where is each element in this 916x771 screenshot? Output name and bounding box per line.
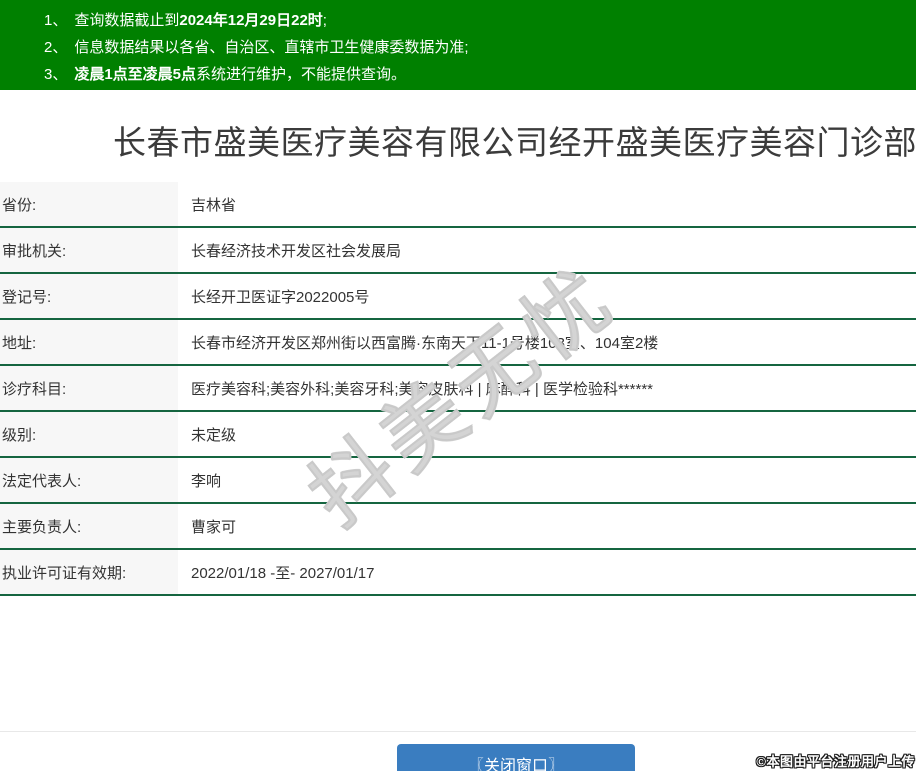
notice-number: 1、 [44, 12, 68, 29]
notice-line-3: 3、 凌晨1点至凌晨5点系统进行维护，不能提供查询。 [0, 61, 916, 88]
institution-info-table: 省份: 吉林省 审批机关: 长春经济技术开发区社会发展局 登记号: 长经开卫医证… [0, 182, 916, 596]
notice-banner: 1、 查询数据截止到2024年12月29日22时; 2、 信息数据结果以各省、自治区… [0, 0, 916, 90]
row-label: 诊疗科目: [0, 366, 178, 410]
notice-number: 2、 [44, 39, 68, 56]
query-result-page: 1、 查询数据截止到2024年12月29日22时; 2、 信息数据结果以各省、自治区… [0, 0, 916, 771]
row-label: 主要负责人: [0, 504, 178, 548]
row-label: 级别: [0, 412, 178, 456]
table-row-address: 地址: 长春市经济开发区郑州街以西富腾·东南天下11-1号楼103室、104室2… [0, 320, 916, 366]
notice-text: 系统进行维护，不能提供查询。 [196, 66, 407, 83]
row-value: 李响 [191, 472, 222, 490]
table-row-registration-number: 登记号: 长经开卫医证字2022005号 [0, 274, 916, 320]
row-value: 医疗美容科;美容外科;美容牙科;美容皮肤科 | 麻醉科 | 医学检验科*****… [191, 380, 653, 398]
row-value: 曹家可 [191, 518, 237, 536]
notice-number: 3、 [44, 66, 68, 83]
row-value: 2022/01/18 -至- 2027/01/17 [191, 564, 375, 582]
row-label: 登记号: [0, 274, 178, 318]
table-row-level: 级别: 未定级 [0, 412, 916, 458]
row-value: 吉林省 [191, 196, 237, 214]
row-label: 审批机关: [0, 228, 178, 272]
notice-text-bold: 2024年12月29日22时 [179, 12, 323, 29]
row-value: 长经开卫医证字2022005号 [191, 288, 370, 306]
row-label: 执业许可证有效期: [0, 550, 178, 594]
table-row-province: 省份: 吉林省 [0, 182, 916, 228]
row-value: 未定级 [191, 426, 237, 444]
row-label: 省份: [0, 182, 178, 226]
notice-text: 信息数据结果以各省、自治区、直辖市卫生健康委数据为准; [74, 39, 469, 56]
table-row-legal-representative: 法定代表人: 李响 [0, 458, 916, 504]
row-label: 地址: [0, 320, 178, 364]
row-value: 长春市经济开发区郑州街以西富腾·东南天下11-1号楼103室、104室2楼 [191, 334, 659, 352]
table-row-approval-authority: 审批机关: 长春经济技术开发区社会发展局 [0, 228, 916, 274]
notice-text: ; [322, 12, 327, 29]
row-label: 法定代表人: [0, 458, 178, 502]
footer-divider [0, 731, 916, 732]
notice-text-bold: 凌晨1点至凌晨5点 [74, 66, 197, 83]
notice-line-2: 2、 信息数据结果以各省、自治区、直辖市卫生健康委数据为准; [0, 34, 916, 61]
table-row-person-in-charge: 主要负责人: 曹家可 [0, 504, 916, 550]
notice-line-1: 1、 查询数据截止到2024年12月29日22时; [0, 7, 916, 34]
table-row-license-validity: 执业许可证有效期: 2022/01/18 -至- 2027/01/17 [0, 550, 916, 596]
table-row-medical-subjects: 诊疗科目: 医疗美容科;美容外科;美容牙科;美容皮肤科 | 麻醉科 | 医学检验… [0, 366, 916, 412]
institution-title: 长春市盛美医疗美容有限公司经开盛美医疗美容门诊部 [113, 124, 916, 161]
copyright-watermark: ©本图由平台注册用户上传 [756, 754, 915, 769]
notice-text: 查询数据截止到 [74, 12, 180, 29]
row-value: 长春经济技术开发区社会发展局 [191, 242, 402, 260]
close-window-button[interactable]: 〖关闭窗口〗 [397, 744, 635, 771]
